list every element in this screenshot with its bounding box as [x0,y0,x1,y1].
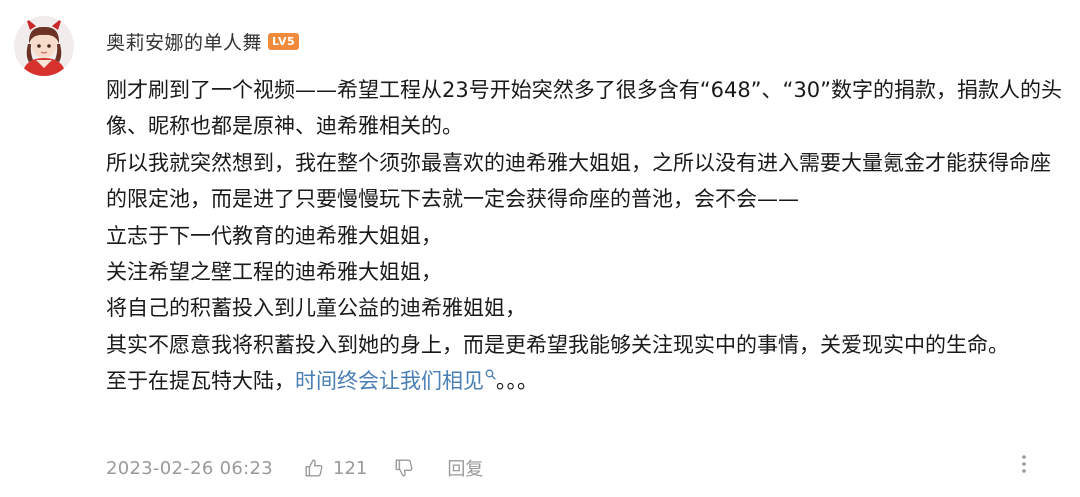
comment-last-line: 至于在提瓦特大陆，时间终会让我们相见。。。 [106,363,1066,399]
like-count: 121 [333,457,368,479]
search-icon [485,369,496,380]
comment-footer: 2023-02-26 06:23 121 回复 [106,454,1066,482]
avatar[interactable] [14,16,74,76]
comment-paragraph: 所以我就突然想到，我在整个须弥最喜欢的迪希雅大姐姐，之所以没有进入需要大量氪金才… [106,150,1051,212]
comment-paragraph: 刚才刷到了一个视频——希望工程从23号开始突然多了很多含有“648”、“30”数… [106,78,1063,139]
comment-text: 至于在提瓦特大陆， [106,369,295,394]
comment-body: 刚才刷到了一个视频——希望工程从23号开始突然多了很多含有“648”、“30”数… [106,72,1066,400]
thumbs-up-icon [303,457,325,479]
level-badge: LV5 [268,32,300,50]
comment-paragraph: 关注希望之壁工程的迪希雅大姐姐， [106,260,442,285]
comment-header: 奥莉安娜的单人舞 LV5 [106,26,300,56]
timestamp: 2023-02-26 06:23 [106,457,274,479]
reply-button[interactable]: 回复 [447,455,483,481]
username[interactable]: 奥莉安娜的单人舞 [106,28,262,55]
comment-paragraph: 将自己的积蓄投入到儿童公益的迪希雅姐姐， [106,296,526,321]
comment-paragraph: 立志于下一代教育的迪希雅大姐姐， [106,223,442,248]
anime-girl-avatar-icon [14,16,74,76]
topic-link[interactable]: 时间终会让我们相见 [295,369,496,393]
topic-link-text: 时间终会让我们相见 [295,369,484,394]
dislike-button[interactable] [393,457,415,479]
more-vertical-icon[interactable] [1014,452,1034,476]
comment-paragraph: 其实不愿意我将积蓄投入到她的身上，而是更希望我能够关注现实中的事情，关爱现实中的… [106,332,1009,357]
comment-text: 。。。 [496,369,538,394]
thumbs-down-icon [393,457,415,479]
like-button[interactable]: 121 [303,457,367,479]
